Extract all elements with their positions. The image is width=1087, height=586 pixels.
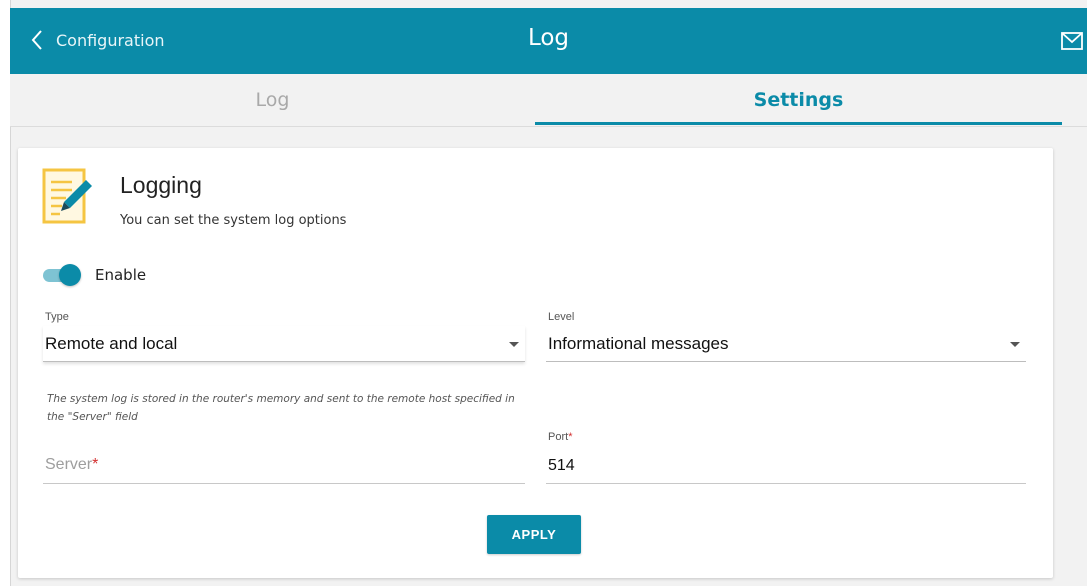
port-label-text: Port: [548, 431, 569, 443]
type-label: Type: [45, 311, 69, 323]
level-select[interactable]: Informational messages: [546, 326, 1026, 362]
active-tab-indicator: [535, 122, 1062, 125]
type-hint: The system log is stored in the router's…: [47, 393, 515, 423]
apply-button[interactable]: APPLY: [487, 515, 581, 554]
card-description: You can set the system log options: [120, 213, 347, 228]
tab-log[interactable]: Log: [10, 74, 535, 126]
top-header: Configuration Log: [10, 8, 1087, 74]
type-select[interactable]: Remote and local: [43, 326, 525, 362]
type-value: Remote and local: [45, 334, 178, 353]
port-field[interactable]: [546, 448, 1026, 484]
logging-card: Logging You can set the system log optio…: [18, 148, 1053, 578]
server-field[interactable]: Server*: [43, 448, 525, 484]
page-title: Log: [527, 25, 570, 51]
level-label: Level: [548, 311, 575, 323]
level-value: Informational messages: [548, 334, 729, 353]
toggle-knob: [59, 264, 81, 286]
port-input[interactable]: [546, 454, 1026, 478]
tab-settings[interactable]: Settings: [535, 74, 1062, 126]
card-title: Logging: [120, 172, 202, 198]
port-label: Port*: [548, 431, 572, 443]
tab-bar: Log Settings: [10, 74, 1087, 127]
enable-label: Enable: [95, 266, 147, 284]
log-edit-icon: [42, 168, 92, 224]
port-required-mark: *: [568, 431, 573, 443]
server-input[interactable]: [43, 454, 525, 478]
mail-icon[interactable]: [1061, 32, 1083, 50]
chevron-down-icon: [509, 342, 519, 347]
enable-toggle[interactable]: [43, 264, 81, 286]
chevron-down-icon: [1010, 342, 1020, 347]
